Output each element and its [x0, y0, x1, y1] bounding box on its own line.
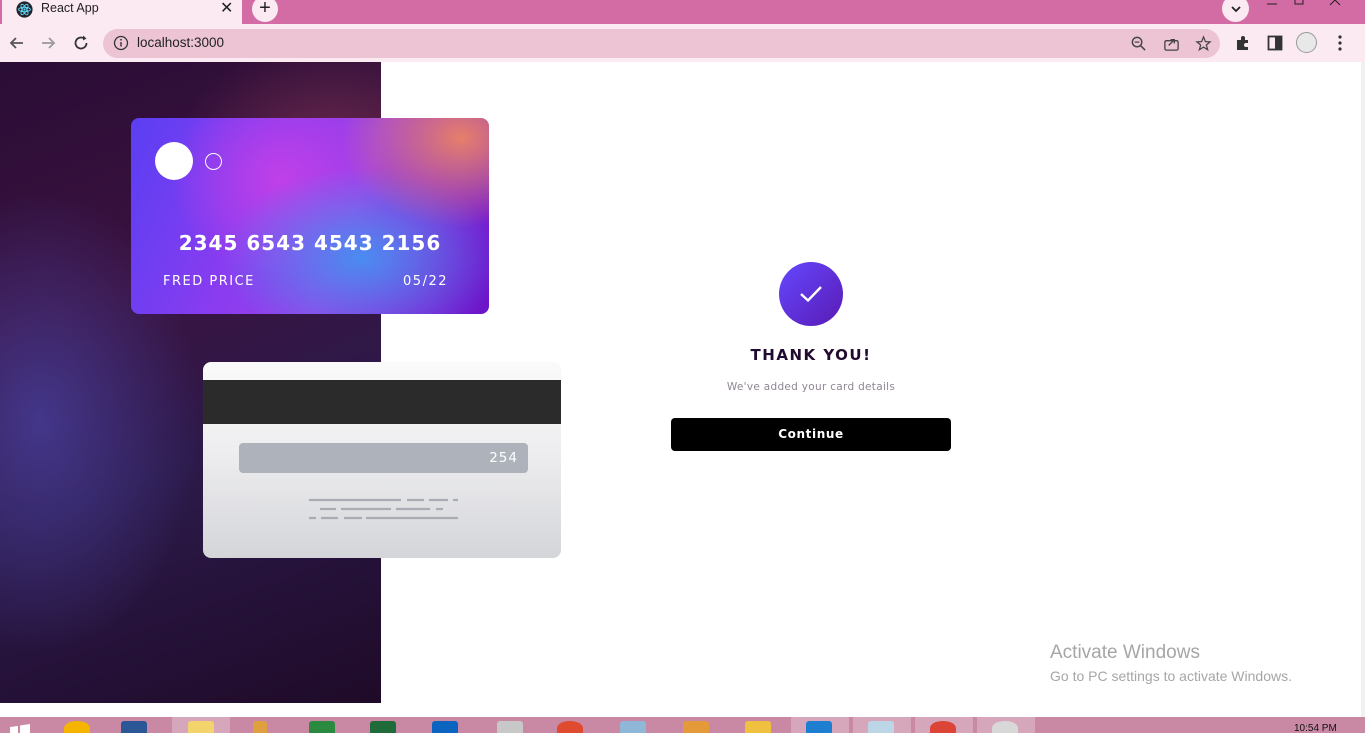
taskbar-paint-icon[interactable]: [253, 721, 267, 733]
card-back: 254: [203, 362, 561, 558]
activate-windows-watermark: Activate Windows Go to PC settings to ac…: [1050, 642, 1292, 684]
zoom-icon[interactable]: [1130, 35, 1147, 52]
chevron-down-icon: [1230, 5, 1241, 12]
card-expiry: 05/22: [403, 274, 448, 289]
card-number: 2345 6543 4543 2156: [178, 231, 442, 255]
taskbar-sheet-icon[interactable]: [370, 721, 396, 733]
react-icon: [16, 1, 33, 18]
more-menu-icon[interactable]: [1331, 34, 1349, 52]
card-back-lines: [309, 498, 458, 520]
share-icon[interactable]: [1163, 35, 1180, 52]
watermark-title: Activate Windows: [1050, 642, 1200, 663]
maximize-icon[interactable]: [1294, 0, 1304, 6]
side-panel-icon[interactable]: [1266, 34, 1284, 52]
address-bar[interactable]: localhost:3000: [103, 29, 1220, 58]
card-cvc: 254: [489, 450, 518, 466]
taskbar-clock[interactable]: 10:54 PM: [1294, 723, 1337, 733]
taskbar-store-icon[interactable]: [432, 721, 458, 733]
taskbar-excel-icon[interactable]: [309, 721, 335, 733]
taskbar-notepad-icon[interactable]: [868, 721, 894, 733]
browser-toolbar: localhost:3000: [0, 24, 1365, 62]
card-logo-ring: [205, 153, 222, 170]
card-front: 2345 6543 4543 2156 FRED PRICE 05/22: [131, 118, 489, 314]
new-tab-button[interactable]: +: [252, 0, 278, 22]
windows-taskbar: 10:54 PM: [0, 717, 1365, 733]
windows-start-icon[interactable]: [8, 723, 32, 733]
thank-you-heading: THANK YOU!: [750, 346, 872, 364]
taskbar-window-icon[interactable]: [620, 721, 646, 733]
bookmark-star-icon[interactable]: [1195, 35, 1212, 52]
cardholder-name: FRED PRICE: [163, 274, 255, 289]
success-message: We've added your card details: [726, 381, 896, 393]
reload-icon[interactable]: [71, 33, 91, 53]
watermark-subtitle: Go to PC settings to activate Windows.: [1050, 668, 1292, 684]
taskbar-app-icon[interactable]: [121, 721, 147, 733]
taskbar-folder-icon[interactable]: [188, 721, 214, 733]
browser-tab[interactable]: React App ✕: [2, 0, 242, 24]
scrollbar[interactable]: [1361, 62, 1365, 718]
tab-close-icon[interactable]: ✕: [220, 0, 233, 18]
minimize-icon[interactable]: [1266, 3, 1278, 11]
success-check-circle: [779, 262, 843, 326]
taskbar-ie-icon[interactable]: [64, 721, 90, 733]
taskbar-other-icon[interactable]: [992, 721, 1018, 733]
taskbar-db-icon[interactable]: [745, 721, 771, 733]
browser-titlebar: React App ✕ +: [0, 0, 1365, 24]
taskbar-pen-icon[interactable]: [683, 721, 709, 733]
url-text[interactable]: localhost:3000: [137, 35, 224, 50]
card-logo-circle: [155, 142, 193, 180]
taskbar-vscode-icon[interactable]: [806, 721, 832, 733]
taskbar-chrome-icon[interactable]: [930, 721, 956, 733]
page-content: 2345 6543 4543 2156 FRED PRICE 05/22 254…: [0, 62, 1361, 703]
tab-search-button[interactable]: [1222, 0, 1249, 22]
magnetic-stripe: [203, 380, 561, 424]
checkmark-icon: [800, 286, 822, 303]
back-icon[interactable]: [7, 33, 27, 53]
taskbar-media-icon[interactable]: [557, 721, 583, 733]
forward-icon[interactable]: [38, 33, 58, 53]
extensions-icon[interactable]: [1234, 34, 1252, 52]
cvc-box: 254: [239, 443, 528, 473]
tab-title: React App: [41, 1, 99, 15]
close-window-icon[interactable]: [1328, 0, 1342, 6]
continue-button[interactable]: Continue: [671, 418, 951, 451]
profile-avatar[interactable]: [1296, 32, 1317, 53]
info-icon[interactable]: [113, 35, 129, 51]
taskbar-doc-icon[interactable]: [497, 721, 523, 733]
